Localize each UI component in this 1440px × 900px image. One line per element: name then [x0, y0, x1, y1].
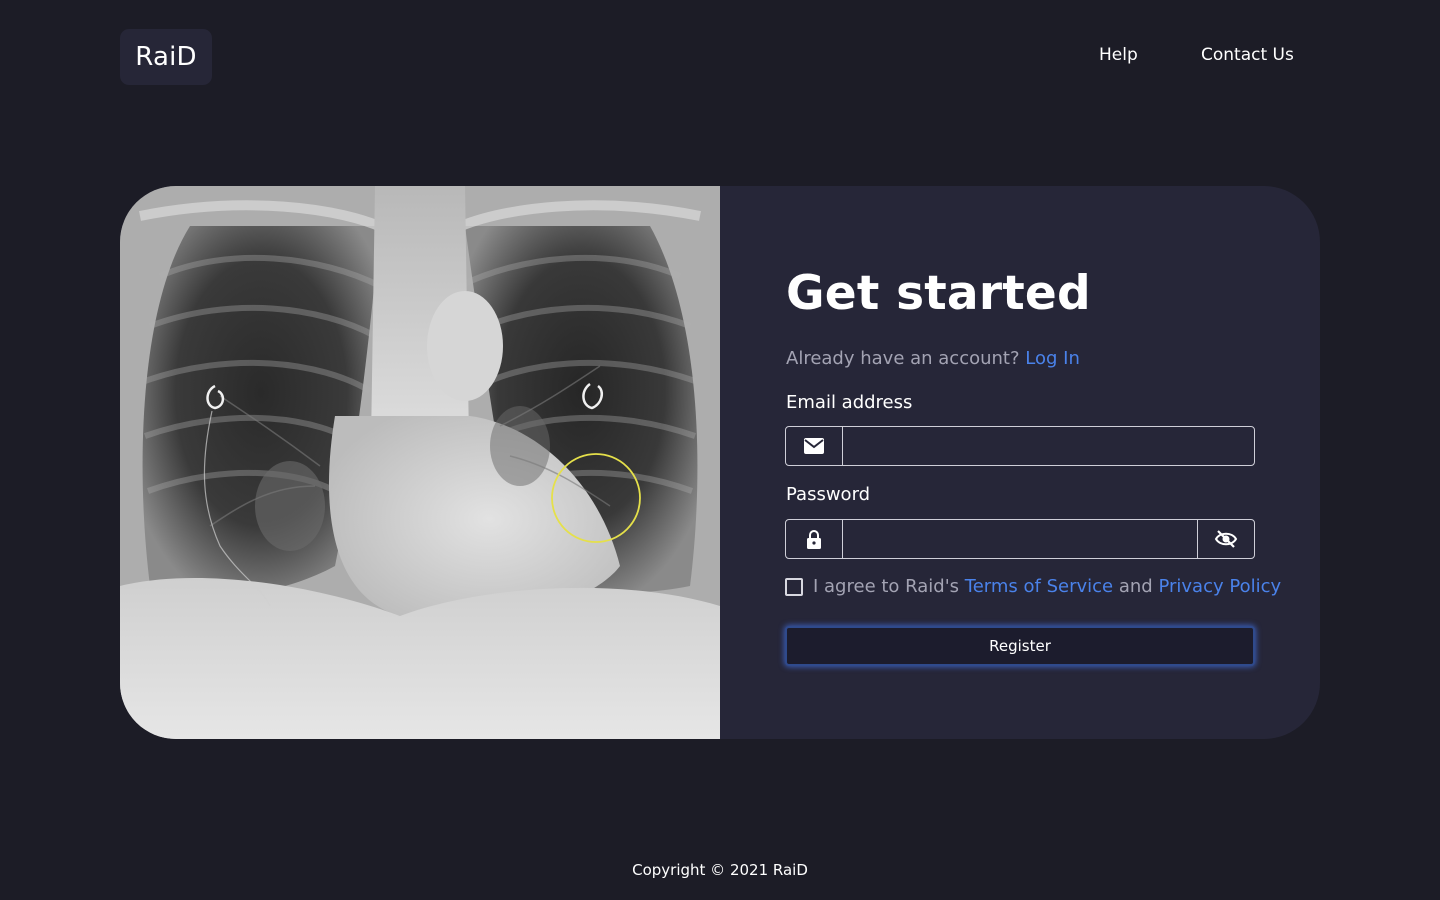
nav-contact-link[interactable]: Contact Us [1201, 45, 1294, 65]
brand-logo[interactable]: RaiD [120, 29, 212, 85]
email-label: Email address [786, 392, 913, 413]
signup-card: Get started Already have an account? Log… [120, 186, 1320, 739]
login-prompt-text: Already have an account? [786, 348, 1020, 369]
agree-and-text: and [1118, 576, 1153, 597]
eye-slash-icon[interactable] [1197, 520, 1254, 558]
signup-form: Get started Already have an account? Log… [720, 186, 1320, 739]
terms-agreement: I agree to Raid's Terms of Service and P… [785, 576, 1281, 597]
lock-icon [786, 520, 843, 558]
page-title: Get started [786, 266, 1091, 321]
privacy-policy-link[interactable]: Privacy Policy [1158, 576, 1281, 597]
password-input-group [785, 519, 1255, 559]
envelope-icon [786, 427, 843, 465]
terms-checkbox[interactable] [785, 577, 803, 596]
register-button[interactable]: Register [785, 626, 1255, 666]
password-label: Password [786, 484, 871, 505]
email-input-group [785, 426, 1255, 466]
password-field[interactable] [843, 520, 1197, 558]
top-navigation: RaiD Help Contact Us [0, 0, 1440, 114]
email-field[interactable] [843, 427, 1254, 465]
agree-prefix-text: I agree to Raid's [813, 576, 960, 597]
footer-copyright: Copyright © 2021 RaiD [632, 861, 808, 879]
login-prompt: Already have an account? Log In [786, 348, 1080, 369]
login-link[interactable]: Log In [1025, 348, 1080, 369]
nav-help-link[interactable]: Help [1099, 45, 1138, 65]
terms-of-service-link[interactable]: Terms of Service [965, 576, 1113, 597]
chest-xray-image [120, 186, 720, 739]
